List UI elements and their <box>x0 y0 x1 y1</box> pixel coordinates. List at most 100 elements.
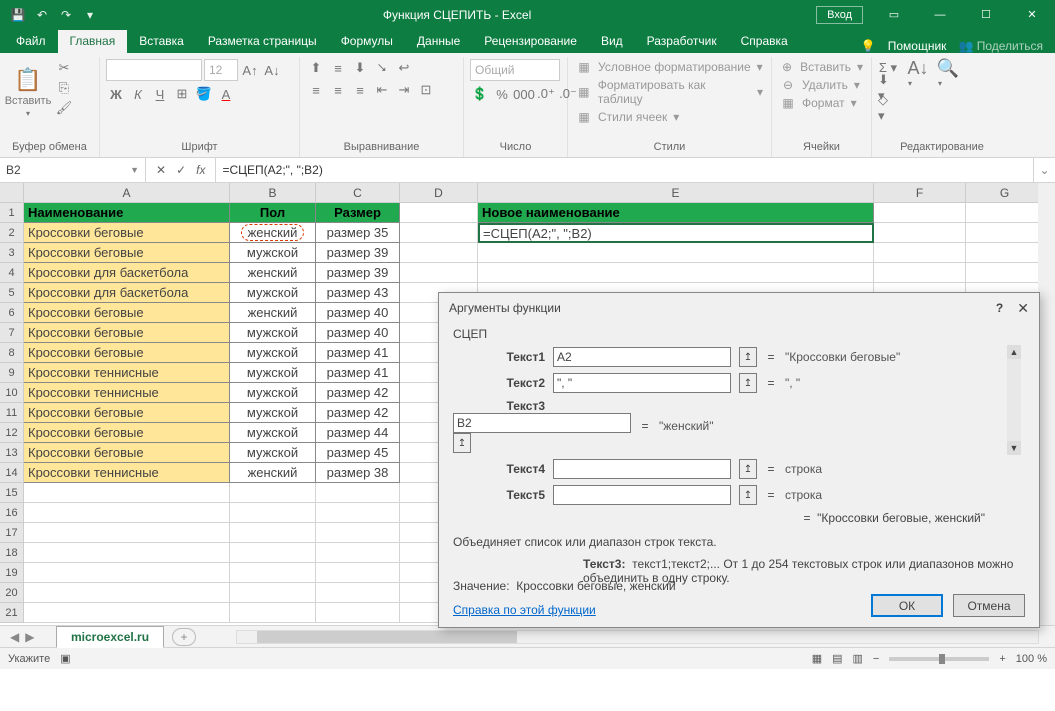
view-page-break-icon[interactable]: ▥ <box>853 652 863 665</box>
decrease-font-icon[interactable]: A↓ <box>262 61 282 79</box>
save-icon[interactable]: 💾 <box>10 7 26 23</box>
cell[interactable] <box>24 483 230 503</box>
column-header[interactable]: C <box>316 183 400 203</box>
indent-dec-icon[interactable]: ⇤ <box>372 81 392 99</box>
font-name-combo[interactable] <box>106 59 202 81</box>
cell[interactable] <box>316 543 400 563</box>
cell[interactable]: женский <box>230 463 316 483</box>
cell[interactable] <box>230 563 316 583</box>
row-header[interactable]: 13 <box>0 443 24 463</box>
row-header[interactable]: 4 <box>0 263 24 283</box>
row-header[interactable]: 9 <box>0 363 24 383</box>
tab-formulas[interactable]: Формулы <box>329 30 405 53</box>
cell[interactable]: женский <box>230 303 316 323</box>
inc-decimal-icon[interactable]: .0⁺ <box>536 85 556 103</box>
cell-header[interactable]: Размер <box>316 203 400 223</box>
arg-input[interactable]: ", " <box>553 373 731 393</box>
cell[interactable]: мужской <box>230 363 316 383</box>
cell[interactable] <box>400 263 478 283</box>
horizontal-scrollbar[interactable] <box>236 630 1039 644</box>
format-cells-button[interactable]: ▦Формат ▾ <box>778 95 865 111</box>
redo-icon[interactable]: ↷ <box>58 7 74 23</box>
maximize-icon[interactable]: ☐ <box>963 0 1009 29</box>
cell[interactable]: размер 35 <box>316 223 400 243</box>
row-header[interactable]: 17 <box>0 523 24 543</box>
cell[interactable] <box>316 483 400 503</box>
sheet-nav-next-icon[interactable]: ▶ <box>25 630 34 644</box>
align-center-icon[interactable]: ≡ <box>328 81 348 99</box>
paste-button[interactable]: 📋Вставить▾ <box>6 59 50 125</box>
tab-file[interactable]: Файл <box>4 30 58 53</box>
cell[interactable] <box>24 543 230 563</box>
cell[interactable] <box>230 603 316 623</box>
align-middle-icon[interactable]: ≡ <box>328 59 348 77</box>
cell[interactable]: =СЦЕП(A2;", ";B2) <box>478 223 874 243</box>
range-selector-icon[interactable]: ↥ <box>739 373 757 393</box>
formula-input[interactable]: =СЦЕП(A2;", ";B2) <box>216 158 1033 182</box>
dialog-help-icon[interactable]: ? <box>996 301 1003 315</box>
cell[interactable] <box>966 263 1044 283</box>
copy-icon[interactable]: ⎘ <box>54 79 74 97</box>
zoom-out-icon[interactable]: − <box>873 653 879 665</box>
cell[interactable]: размер 39 <box>316 243 400 263</box>
cell[interactable] <box>316 523 400 543</box>
cell-header[interactable]: Пол <box>230 203 316 223</box>
cell[interactable] <box>230 543 316 563</box>
column-header[interactable]: D <box>400 183 478 203</box>
fx-icon[interactable]: fx <box>196 163 205 177</box>
indent-inc-icon[interactable]: ⇥ <box>394 81 414 99</box>
wrap-text-icon[interactable]: ↩ <box>394 59 414 77</box>
cell[interactable]: Кроссовки беговые <box>24 303 230 323</box>
align-bottom-icon[interactable]: ⬇ <box>350 59 370 77</box>
vertical-scrollbar[interactable] <box>1038 183 1055 625</box>
merge-icon[interactable]: ⊡ <box>416 81 436 99</box>
arg-input[interactable] <box>553 459 731 479</box>
cell[interactable] <box>24 603 230 623</box>
comma-icon[interactable]: 000 <box>514 85 534 103</box>
row-header[interactable]: 8 <box>0 343 24 363</box>
cell[interactable]: Кроссовки теннисные <box>24 463 230 483</box>
cell[interactable] <box>874 243 966 263</box>
percent-icon[interactable]: % <box>492 85 512 103</box>
cell[interactable]: мужской <box>230 343 316 363</box>
cancel-button[interactable]: Отмена <box>953 594 1025 617</box>
expand-formula-bar-icon[interactable]: ⌄ <box>1033 158 1055 182</box>
row-header[interactable]: 10 <box>0 383 24 403</box>
find-select-icon[interactable]: 🔍 <box>938 59 958 77</box>
cell[interactable] <box>24 523 230 543</box>
cell[interactable] <box>230 483 316 503</box>
row-header[interactable]: 19 <box>0 563 24 583</box>
range-selector-icon[interactable]: ↥ <box>739 485 757 505</box>
tab-review[interactable]: Рецензирование <box>472 30 589 53</box>
cell[interactable]: размер 42 <box>316 383 400 403</box>
cell[interactable]: размер 43 <box>316 283 400 303</box>
row-header[interactable]: 2 <box>0 223 24 243</box>
cell[interactable]: размер 39 <box>316 263 400 283</box>
cell[interactable]: Кроссовки для баскетбола <box>24 283 230 303</box>
cell[interactable]: мужской <box>230 323 316 343</box>
row-header[interactable]: 1 <box>0 203 24 223</box>
cell[interactable] <box>316 583 400 603</box>
cell[interactable]: размер 41 <box>316 363 400 383</box>
row-header[interactable]: 21 <box>0 603 24 623</box>
row-header[interactable]: 15 <box>0 483 24 503</box>
enter-formula-icon[interactable]: ✓ <box>176 163 186 177</box>
zoom-level[interactable]: 100 % <box>1016 653 1047 665</box>
orientation-icon[interactable]: ⭨ <box>372 59 392 77</box>
row-header[interactable]: 7 <box>0 323 24 343</box>
cell-header[interactable]: Новое наименование <box>478 203 874 223</box>
cell[interactable]: мужской <box>230 283 316 303</box>
cell[interactable]: размер 40 <box>316 303 400 323</box>
view-normal-icon[interactable]: ▦ <box>812 652 822 665</box>
column-header[interactable]: A <box>24 183 230 203</box>
tab-help[interactable]: Справка <box>729 30 800 53</box>
tell-me-icon[interactable]: 💡 <box>861 39 876 53</box>
cell[interactable]: размер 38 <box>316 463 400 483</box>
macro-record-icon[interactable]: ▣ <box>60 652 70 665</box>
arg-input[interactable]: B2 <box>453 413 631 433</box>
cell[interactable]: мужской <box>230 383 316 403</box>
share-button[interactable]: 👥 Поделиться <box>958 39 1043 53</box>
login-button[interactable]: Вход <box>816 6 863 24</box>
tell-me-label[interactable]: Помощник <box>888 39 947 53</box>
cell[interactable]: Кроссовки беговые <box>24 403 230 423</box>
